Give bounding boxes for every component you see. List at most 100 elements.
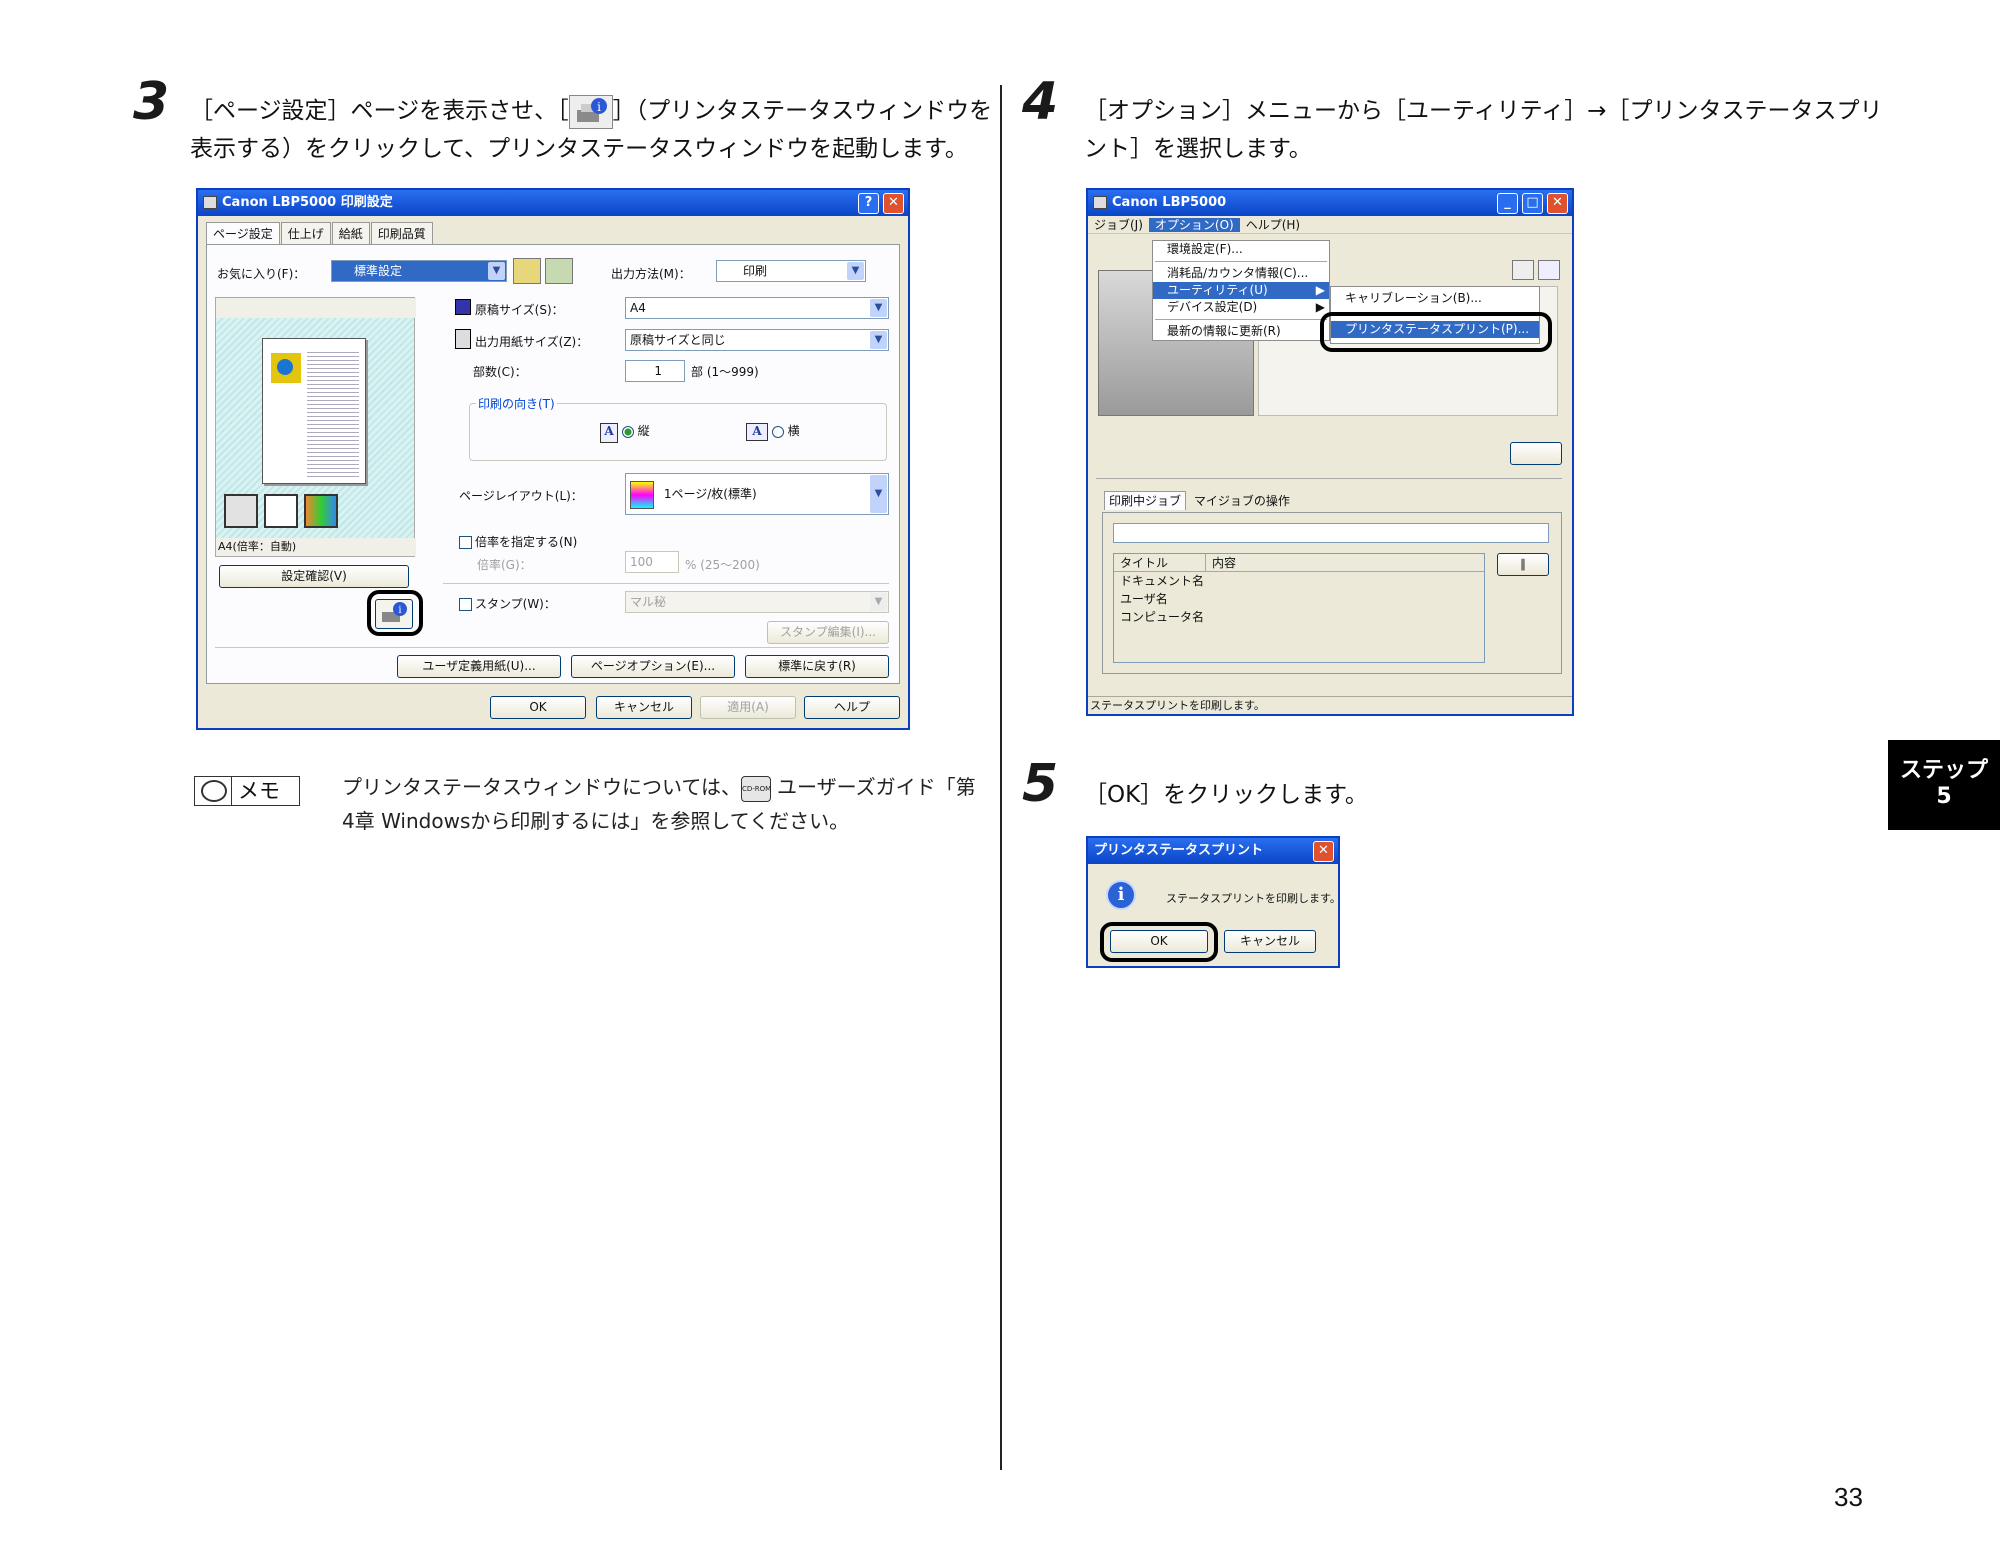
side-tab-number: 5 [1936, 784, 1952, 809]
tab-strip: ページ設定 仕上げ 給紙 印刷品質 [198, 216, 908, 244]
page-preview [262, 338, 366, 484]
portrait-radio[interactable]: A 縦 [600, 422, 650, 443]
output-method-label: 出力方法(M)： [611, 267, 691, 281]
layout-label: ページレイアウト(L)： [459, 489, 583, 503]
ok-button[interactable]: OK [490, 696, 586, 719]
help-button[interactable]: ヘルプ [804, 696, 900, 719]
color-preview-icon[interactable] [304, 494, 338, 528]
edit-favorite-icon[interactable] [545, 258, 573, 284]
tab-my-jobs[interactable]: マイジョブの操作 [1190, 492, 1294, 510]
step-3-text-line2: 表示する）をクリックして、プリンタステータスウィンドウを起動します。 [190, 136, 968, 162]
highlight-ok-button [1100, 922, 1218, 962]
menu-item-device-settings[interactable]: デバイス設定(D) ▶ [1153, 299, 1329, 316]
maximize-button[interactable]: □ [1522, 193, 1543, 214]
preview-pane: A4(倍率：自動) [215, 297, 416, 557]
menu-item-calibration[interactable]: キャリブレーション(B)... [1331, 290, 1539, 307]
header-title[interactable]: タイトル [1114, 554, 1206, 571]
job-table-header: タイトル 内容 [1114, 554, 1484, 572]
orientation-group: 印刷の向き(T) A 縦 A 横 [469, 395, 887, 461]
svg-text:i: i [597, 100, 601, 114]
window-title: Canon LBP5000 [1112, 195, 1227, 210]
dialog-titlebar: Canon LBP5000 印刷設定 ? ✕ [198, 190, 908, 216]
stamp-checkbox[interactable]: スタンプ(W)： [459, 595, 556, 612]
menu-item-refresh[interactable]: 最新の情報に更新(R) [1153, 323, 1329, 340]
dialog-titlebar: プリンタステータスプリント ✕ [1088, 838, 1338, 864]
cleaning-button[interactable] [1510, 442, 1562, 465]
view-toggle-icon[interactable] [216, 298, 416, 318]
menu-options[interactable]: オプション(O) [1148, 218, 1240, 232]
step-3-instruction: ［ページ設定］ページを表示させ、［ i ］（プリンタステータスウィンドウを 表示する… [190, 92, 992, 168]
restore-defaults-button[interactable]: 標準に戻す(R) [745, 655, 889, 678]
header-content[interactable]: 内容 [1206, 554, 1484, 571]
printer-preview-icon[interactable] [224, 494, 258, 528]
copies-input[interactable]: 1 [625, 360, 685, 382]
cancel-button[interactable]: キャンセル [596, 696, 692, 719]
orientation-group-label: 印刷の向き(T) [476, 395, 557, 412]
help-title-button[interactable]: ? [858, 193, 879, 214]
favorites-select[interactable]: 標準設定 ▼ [331, 260, 507, 282]
job-progress [1113, 523, 1549, 543]
close-button[interactable]: ✕ [883, 193, 904, 214]
confirm-settings-button[interactable]: 設定確認(V) [219, 565, 409, 588]
print-settings-dialog: Canon LBP5000 印刷設定 ? ✕ ページ設定 仕上げ 給紙 印刷品質… [196, 188, 910, 730]
stamp-checkbox-box [459, 598, 472, 611]
tab-quality[interactable]: 印刷品質 [370, 222, 433, 244]
output-paper-select[interactable]: 原稿サイズと同じ ▼ [625, 329, 889, 351]
close-button[interactable]: ✕ [1547, 193, 1568, 214]
custom-paper-button[interactable]: ユーザ定義用紙(U)... [397, 655, 561, 678]
output-method-select[interactable]: 印刷 ▼ [716, 260, 866, 282]
tab-printing-jobs[interactable]: 印刷中ジョブ [1104, 491, 1187, 510]
tab-page-setup[interactable]: ページ設定 [206, 222, 280, 244]
portrait-label: 縦 [637, 424, 650, 438]
pause-button[interactable]: ∥ [1497, 553, 1549, 576]
page-options-button[interactable]: ページオプション(E)... [571, 655, 735, 678]
landscape-radio[interactable]: A 横 [746, 422, 800, 441]
landscape-label: 横 [787, 424, 800, 438]
chevron-down-icon: ▼ [870, 299, 887, 317]
copies-value: 1 [654, 364, 662, 378]
side-tab-label: ステップ [1899, 758, 1988, 783]
tab-paper-source[interactable]: 給紙 [331, 222, 370, 244]
add-favorite-icon[interactable] [513, 258, 541, 284]
job-panel: タイトル 内容 ドキュメント名 ユーザ名 コンピュータ名 ∥ [1102, 512, 1562, 674]
step-4-text-line1: ［オプション］メニューから［ユーティリティ］→［プリンタステータスプリ [1084, 98, 1883, 124]
step-4-number: 4 [1022, 72, 1059, 132]
separator [443, 583, 889, 584]
step-3-number: 3 [133, 72, 170, 132]
output-paper-icon [455, 329, 471, 349]
list-item: ドキュメント名 [1120, 574, 1205, 588]
scale-checkbox[interactable]: 倍率を指定する(N) [459, 533, 577, 550]
scale-input: 100 [625, 551, 679, 573]
confirm-cancel-button[interactable]: キャンセル [1224, 930, 1316, 953]
layout-value: 1ページ/枚(標準) [663, 487, 757, 501]
portrait-icon: A [600, 423, 618, 443]
step-3-text-part1: ［ページ設定］ページを表示させ、［ [190, 98, 569, 124]
submenu-arrow-icon: ▶ [1315, 283, 1325, 297]
step-4-text-line2: ント］を選択します。 [1084, 136, 1312, 162]
menubar: ジョブ(J) オプション(O) ヘルプ(H) [1088, 216, 1572, 234]
scale-checkbox-label: 倍率を指定する(N) [475, 535, 578, 549]
menu-item-utility[interactable]: ユーティリティ(U) ▶ [1153, 282, 1329, 299]
page-number: 33 [1834, 1482, 1863, 1512]
separator [215, 647, 889, 648]
sync-icon[interactable] [1538, 260, 1560, 280]
menu-item-preferences[interactable]: 環境設定(F)... [1153, 241, 1329, 258]
menu-job[interactable]: ジョブ(J) [1088, 218, 1149, 232]
close-button[interactable]: ✕ [1313, 841, 1334, 862]
minimize-button[interactable]: _ [1497, 193, 1518, 214]
tab-finishing[interactable]: 仕上げ [280, 222, 331, 244]
layout-select[interactable]: 1ページ/枚(標準) ▼ [625, 473, 889, 515]
memo-text-line2: 4章 Windowsから印刷するには」を参照してください。 [342, 809, 850, 833]
chevron-down-icon: ▼ [870, 331, 887, 349]
pages-preview-icon[interactable] [264, 494, 298, 528]
menu-item-consumables[interactable]: 消耗品/カウンタ情報(C)... [1153, 265, 1329, 282]
status-print-confirm-dialog: プリンタステータスプリント ✕ i ステータスプリントを印刷します。 OK キャ… [1086, 836, 1340, 968]
paper-size-select[interactable]: A4 ▼ [625, 297, 889, 319]
memo-text-part1: プリンタステータスウィンドウについては、 [342, 775, 741, 799]
scale-label: 倍率(G)： [477, 558, 532, 572]
portrait-radio-dot [621, 425, 634, 438]
menu-help[interactable]: ヘルプ(H) [1240, 218, 1306, 232]
pencil-icon [201, 780, 227, 802]
refresh-icon[interactable] [1512, 260, 1534, 280]
step-5-number: 5 [1022, 754, 1059, 814]
